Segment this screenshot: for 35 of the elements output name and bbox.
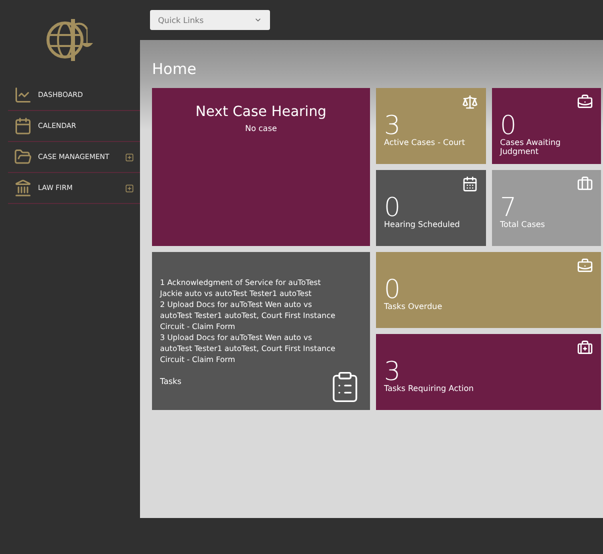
caret-icon [254,16,262,24]
calendar-icon [14,117,32,135]
tile-label: Active Cases - Court [384,138,466,149]
tile-count: 0 [384,196,401,220]
page-title: Home [152,60,198,78]
briefcase-icon [577,340,593,356]
briefcase-icon [577,258,593,274]
folder-icon [14,148,32,166]
tile-count: 3 [384,114,401,138]
tile-label: Hearing Scheduled [384,220,461,231]
stat-tile[interactable]: 3 Tasks Requiring Action [376,334,601,410]
chart-icon [14,86,32,104]
tasks-tile[interactable] [152,252,370,410]
tile-count: 0 [384,278,401,302]
quick-links-dropdown[interactable]: Quick Links [150,10,270,30]
calendar-icon [462,176,478,192]
stat-tile[interactable]: 0 Hearing Scheduled [376,170,486,246]
tile-title: Next Case Hearing [196,104,326,120]
tile-label: Tasks Requiring Action [384,384,475,395]
next-hearing-tile[interactable]: Next Case Hearing No case [152,88,370,246]
expand-icon[interactable] [125,184,134,192]
tile-value: No case [245,124,277,133]
building-icon [14,179,32,197]
tile-count: 7 [500,196,517,220]
tile-count: 3 [384,360,401,384]
scales-icon [462,94,478,110]
tile-label: Tasks [160,376,182,386]
stat-tile[interactable]: 0 Cases Awaiting Judgment [492,88,601,164]
tile-label: Cases Awaiting Judgment [500,138,562,156]
briefcase-icon [577,176,593,192]
tile-label: Tasks Overdue [384,302,444,313]
tile-count: 0 [500,114,517,138]
tile-label: Total Cases [500,220,546,231]
expand-icon[interactable] [125,152,134,162]
briefcase-icon [577,94,593,110]
